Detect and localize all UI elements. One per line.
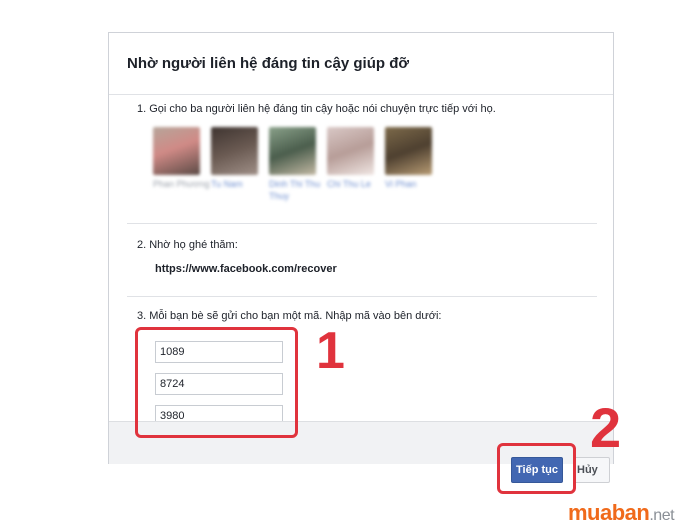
- dialog-header: Nhờ người liên hệ đáng tin cậy giúp đỡ: [109, 33, 613, 95]
- contact-name: Vi Phan: [385, 179, 417, 189]
- contact-name: Chi Thu Le: [327, 179, 371, 189]
- dialog-title: Nhờ người liên hệ đáng tin cậy giúp đỡ: [127, 55, 410, 72]
- muaban-watermark: muaban.net: [568, 500, 675, 525]
- step-1-text: 1. Gọi cho ba người liên hệ đáng tin cậy…: [137, 103, 496, 115]
- code-inputs-highlight: [135, 327, 298, 438]
- step-3-text: 3. Mỗi bạn bè sẽ gửi cho bạn một mã. Nhậ…: [137, 310, 442, 322]
- section-divider: [127, 296, 597, 297]
- contact-item[interactable]: Vi Phan: [385, 127, 435, 190]
- watermark-tld: .net: [649, 507, 675, 524]
- contact-name: Tu Nam: [211, 179, 243, 189]
- contact-avatar: [327, 127, 374, 175]
- cancel-button[interactable]: Hủy: [574, 457, 610, 483]
- contact-avatar: [385, 127, 432, 175]
- contact-avatar: [269, 127, 316, 175]
- annotation-number-1: 1: [316, 322, 345, 380]
- contact-name: Dinh Thi Thu Thuy: [269, 179, 321, 201]
- continue-button-highlight: [497, 443, 576, 494]
- contact-item[interactable]: Dinh Thi Thu Thuy: [269, 127, 320, 202]
- contact-item[interactable]: Chi Thu Le: [327, 127, 377, 190]
- section-divider: [127, 223, 597, 224]
- contact-avatar: [153, 127, 200, 175]
- step-2-text: 2. Nhờ họ ghé thăm:: [137, 239, 238, 251]
- contact-item[interactable]: Phan Phương: [153, 127, 209, 190]
- recover-url: https://www.facebook.com/recover: [155, 263, 337, 275]
- contact-avatar: [211, 127, 258, 175]
- contact-name: Phan Phương: [153, 179, 210, 189]
- watermark-main: muaban: [568, 500, 650, 525]
- contact-item[interactable]: Tu Nam: [211, 127, 261, 190]
- annotation-number-2: 2: [590, 396, 622, 459]
